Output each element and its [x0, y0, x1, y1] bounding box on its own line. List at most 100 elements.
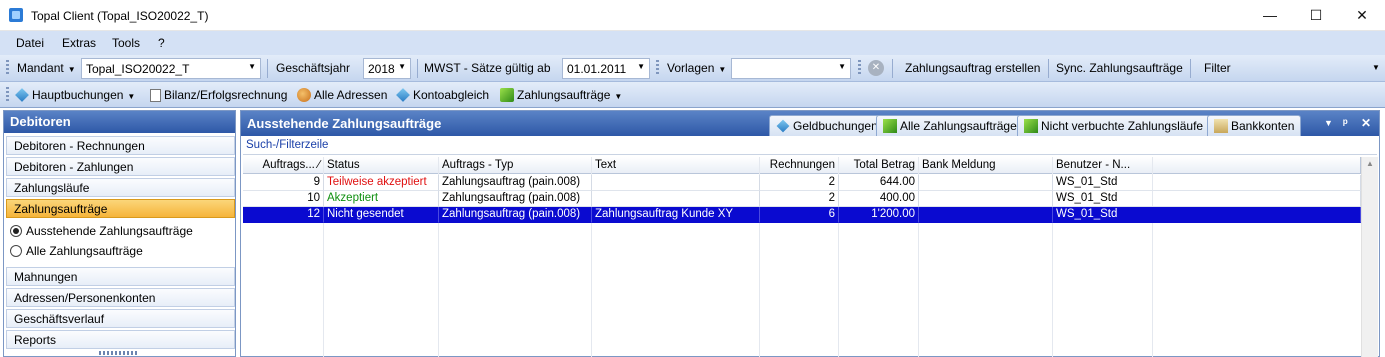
filter-row[interactable]: Such-/Filterzeile — [243, 139, 1377, 155]
hauptbuchungen-button[interactable]: Hauptbuchungen ▼ — [15, 88, 135, 102]
data-grid: Auftrags... ∕ Status Auftrags - Typ Text… — [243, 157, 1361, 357]
clear-filter-icon[interactable]: ✕ — [868, 60, 884, 76]
zahlungsauftrag-erstellen-button[interactable]: Zahlungsauftrag erstellen — [905, 61, 1040, 75]
main-panel: Ausstehende Zahlungsaufträge Geldbuchung… — [240, 110, 1380, 357]
pin-icon[interactable]: ᵖ — [1343, 116, 1348, 130]
cell-rechnungen: 2 — [760, 191, 839, 207]
menu-bar: Datei Extras Tools ? — [0, 31, 1385, 55]
kontoabgleich-button[interactable]: Kontoabgleich — [396, 88, 489, 102]
close-panel-icon[interactable]: ✕ — [1361, 116, 1371, 130]
chevron-down-icon: ▼ — [637, 62, 645, 71]
toolbar-grip[interactable] — [858, 60, 861, 76]
cell-rechnungen: 6 — [760, 207, 839, 223]
window-title: Topal Client (Topal_ISO20022_T) — [31, 9, 209, 23]
cell-total-betrag: 400.00 — [839, 191, 919, 207]
mandant-dropdown-button[interactable]: Mandant ▼ — [17, 61, 76, 75]
cell-status: Akzeptiert — [324, 191, 439, 207]
chevron-down-icon: ▼ — [718, 65, 727, 74]
cell-status: Teilweise akzeptiert — [324, 175, 439, 191]
vorlagen-dropdown-button[interactable]: Vorlagen ▼ — [667, 61, 726, 75]
chevron-down-icon: ▼ — [838, 62, 846, 71]
table-row[interactable]: 10 Akzeptiert Zahlungsauftrag (pain.008)… — [243, 191, 1361, 207]
column-header-status[interactable]: Status — [324, 157, 439, 174]
diamond-icon — [15, 88, 29, 102]
cell-auftrags-typ: Zahlungsauftrag (pain.008) — [439, 191, 592, 207]
cell-bank-meldung — [919, 207, 1053, 223]
column-header-rechnungen[interactable]: Rechnungen — [760, 157, 839, 174]
sidebar-item-debitoren-rechnungen[interactable]: Debitoren - Rechnungen — [6, 136, 235, 155]
cell-text — [592, 191, 760, 207]
filter-button[interactable]: Filter — [1204, 61, 1231, 75]
vertical-scrollbar[interactable]: ▲ — [1361, 157, 1378, 357]
cell-text: Zahlungsauftrag Kunde XY — [592, 207, 760, 223]
geschaeftsjahr-combo[interactable]: 2018 ▼ — [363, 58, 411, 79]
mandant-combo[interactable]: Topal_ISO20022_T ▼ — [81, 58, 261, 79]
sidebar-item-zahlungslaeufe[interactable]: Zahlungsläufe — [6, 178, 235, 197]
column-header-total-betrag[interactable]: Total Betrag — [839, 157, 919, 174]
minimize-button[interactable]: — — [1247, 0, 1293, 31]
cell-benutzer: WS_01_Std — [1053, 175, 1361, 191]
toolbar-overflow-icon[interactable]: ▼ — [1372, 63, 1380, 72]
cell-benutzer: WS_01_Std — [1053, 191, 1361, 207]
toolbar-separator — [892, 59, 893, 78]
column-header-auftrags-typ[interactable]: Auftrags - Typ — [439, 157, 592, 174]
cell-total-betrag: 1'200.00 — [839, 207, 919, 223]
people-icon — [297, 88, 311, 102]
cell-benutzer: WS_01_Std — [1053, 207, 1361, 223]
tab-alle-zahlungsauftraege[interactable]: Alle Zahlungsaufträge — [876, 115, 1024, 136]
menu-help[interactable]: ? — [158, 36, 165, 50]
alle-adressen-button[interactable]: Alle Adressen — [297, 88, 387, 102]
sidebar-item-reports[interactable]: Reports — [6, 330, 235, 349]
menu-extras[interactable]: Extras — [62, 36, 96, 50]
scroll-up-icon[interactable]: ▲ — [1366, 159, 1374, 168]
toolbar-grip[interactable] — [6, 60, 9, 76]
sidebar-resize-grip[interactable] — [99, 351, 139, 355]
column-header-auftrags-nr[interactable]: Auftrags... ∕ — [243, 157, 324, 174]
chevron-down-icon: ▼ — [67, 65, 76, 74]
chevron-down-icon: ▼ — [248, 62, 256, 71]
cell-auftrags-typ: Zahlungsauftrag (pain.008) — [439, 175, 592, 191]
panel-dropdown-icon[interactable]: ▼ — [1324, 118, 1333, 128]
column-header-bank-meldung[interactable]: Bank Meldung — [919, 157, 1053, 174]
main-panel-header: Ausstehende Zahlungsaufträge Geldbuchung… — [241, 111, 1379, 136]
cell-rechnungen: 2 — [760, 175, 839, 191]
cell-bank-meldung — [919, 191, 1053, 207]
column-header-benutzer[interactable]: Benutzer - N... — [1053, 157, 1361, 174]
menu-tools[interactable]: Tools — [112, 36, 140, 50]
zahlungsauftraege-button[interactable]: Zahlungsaufträge ▼ — [500, 88, 622, 102]
toolbar-separator — [417, 59, 418, 78]
maximize-button[interactable]: ☐ — [1293, 0, 1339, 31]
toolbar-grip[interactable] — [656, 60, 659, 76]
tab-bankkonten[interactable]: Bankkonten — [1207, 115, 1302, 136]
sidebar-item-geschaeftsverlauf[interactable]: Geschäftsverlauf — [6, 309, 235, 328]
document-icon — [150, 89, 161, 102]
radio-alle-zahlungsauftraege[interactable]: Alle Zahlungsaufträge — [10, 244, 143, 258]
cell-auftrags-nr: 10 — [243, 191, 324, 207]
cell-bank-meldung — [919, 175, 1053, 191]
cell-text — [592, 175, 760, 191]
sync-zahlungsauftraege-button[interactable]: Sync. Zahlungsaufträge — [1056, 61, 1183, 75]
cell-auftrags-nr: 9 — [243, 175, 324, 191]
close-window-button[interactable]: ✕ — [1339, 0, 1385, 31]
column-header-text[interactable]: Text — [592, 157, 760, 174]
sidebar: Debitoren Debitoren - Rechnungen Debitor… — [3, 110, 236, 357]
mwst-date-combo[interactable]: 01.01.2011 ▼ — [562, 58, 650, 79]
toolbar-grip[interactable] — [6, 87, 9, 103]
tab-nicht-verbuchte-zahlungslaeufe[interactable]: Nicht verbuchte Zahlungsläufe — [1017, 115, 1211, 136]
cell-total-betrag: 644.00 — [839, 175, 919, 191]
radio-ausstehende-zahlungsauftraege[interactable]: Ausstehende Zahlungsaufträge — [10, 224, 193, 238]
sidebar-item-debitoren-zahlungen[interactable]: Debitoren - Zahlungen — [6, 157, 235, 176]
table-row[interactable]: 9 Teilweise akzeptiert Zahlungsauftrag (… — [243, 175, 1361, 191]
radio-unchecked-icon — [10, 245, 22, 257]
bank-icon — [1214, 119, 1228, 133]
menu-datei[interactable]: Datei — [16, 36, 44, 50]
sidebar-item-adressen-personenkonten[interactable]: Adressen/Personenkonten — [6, 288, 235, 307]
tab-geldbuchungen[interactable]: Geldbuchungen — [769, 115, 885, 136]
vorlagen-combo[interactable]: ▼ — [731, 58, 851, 79]
sidebar-item-mahnungen[interactable]: Mahnungen — [6, 267, 235, 286]
chevron-down-icon: ▼ — [398, 62, 406, 71]
sidebar-item-zahlungsauftraege[interactable]: Zahlungsaufträge — [6, 199, 235, 218]
bilanz-erfolgsrechnung-button[interactable]: Bilanz/Erfolgsrechnung — [150, 88, 287, 102]
table-row-selected[interactable]: 12 Nicht gesendet Zahlungsauftrag (pain.… — [243, 207, 1361, 223]
chevron-down-icon: ▼ — [614, 92, 623, 101]
